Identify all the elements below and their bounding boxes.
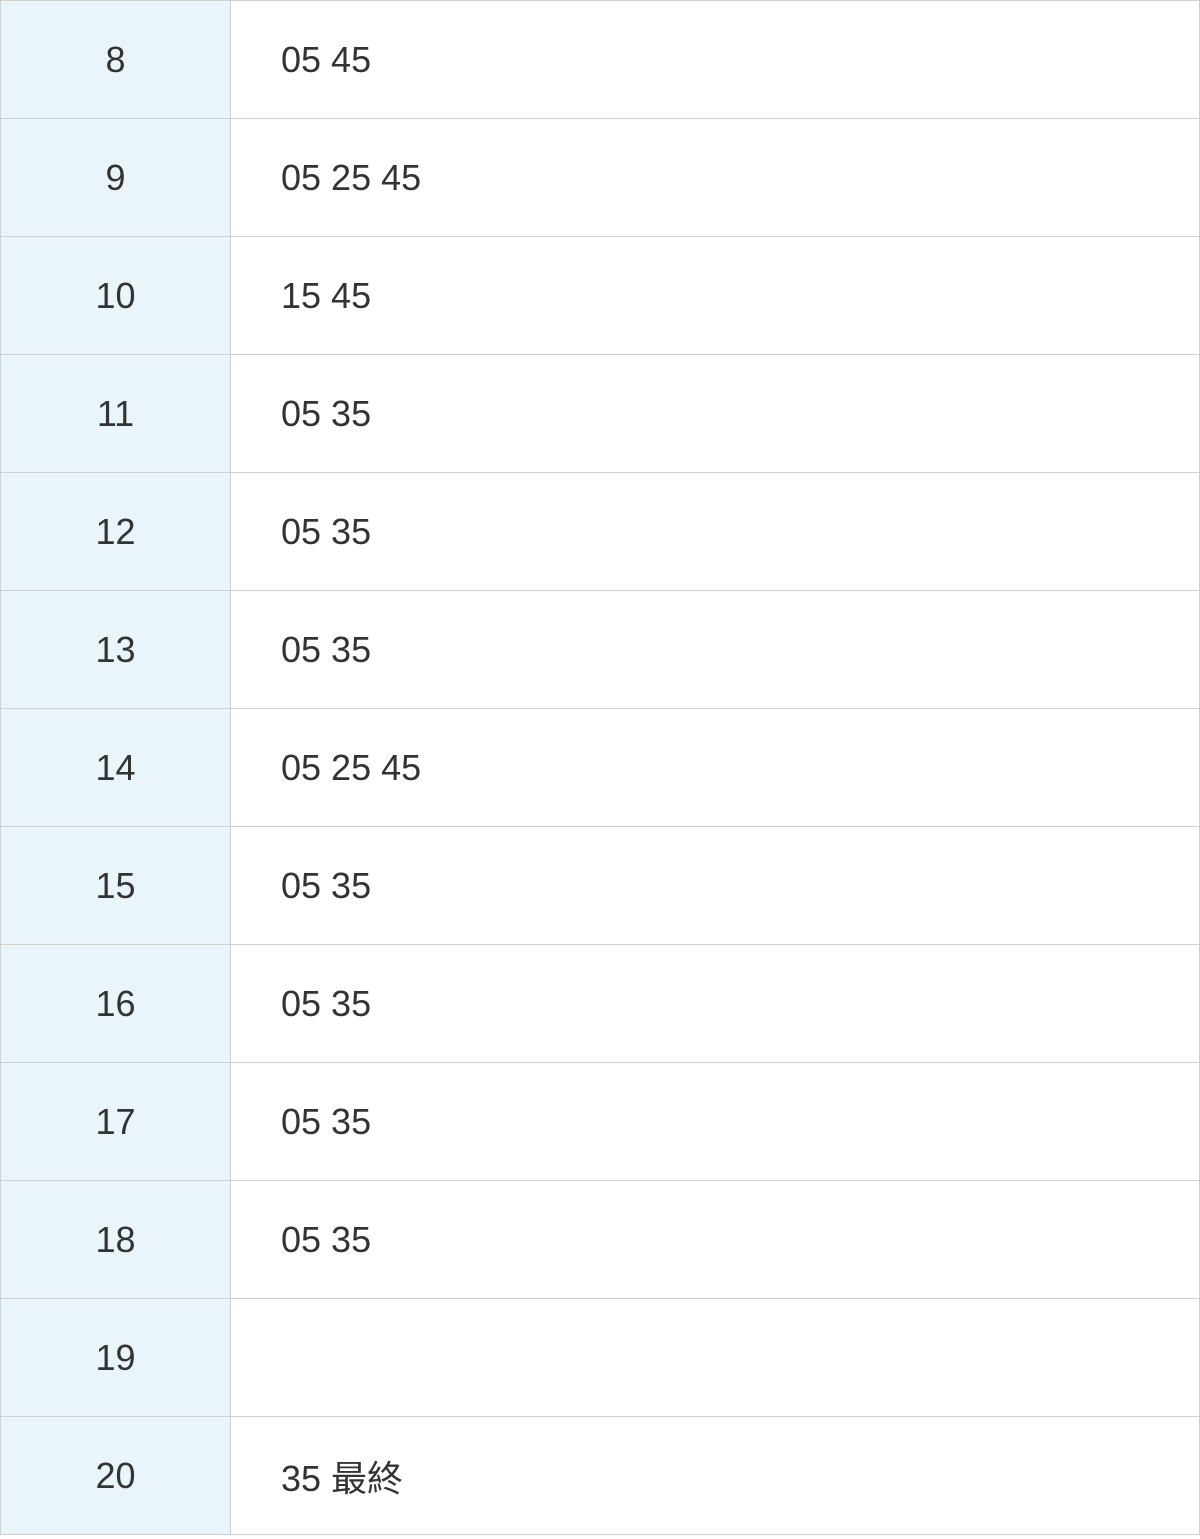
hour-cell: 9 <box>1 119 231 237</box>
timetable: 8 05 45 9 05 25 45 10 15 45 11 05 35 12 … <box>0 0 1200 1535</box>
table-row: 17 05 35 <box>1 1063 1200 1181</box>
minute-cell: 05 35 <box>231 827 1200 945</box>
minute-cell: 15 45 <box>231 237 1200 355</box>
table-row: 15 05 35 <box>1 827 1200 945</box>
minute-cell: 05 35 <box>231 591 1200 709</box>
table-row: 8 05 45 <box>1 1 1200 119</box>
table-row: 16 05 35 <box>1 945 1200 1063</box>
minute-cell: 05 25 45 <box>231 709 1200 827</box>
hour-cell: 8 <box>1 1 231 119</box>
hour-cell: 17 <box>1 1063 231 1181</box>
minute-cell: 05 35 <box>231 473 1200 591</box>
hour-cell: 11 <box>1 355 231 473</box>
minute-cell: 35 最終 <box>231 1417 1200 1535</box>
hour-cell: 19 <box>1 1299 231 1417</box>
table-row: 10 15 45 <box>1 237 1200 355</box>
table-row: 19 <box>1 1299 1200 1417</box>
hour-cell: 13 <box>1 591 231 709</box>
table-row: 13 05 35 <box>1 591 1200 709</box>
table-row: 12 05 35 <box>1 473 1200 591</box>
timetable-body: 8 05 45 9 05 25 45 10 15 45 11 05 35 12 … <box>1 1 1200 1535</box>
table-row: 14 05 25 45 <box>1 709 1200 827</box>
minute-cell: 05 45 <box>231 1 1200 119</box>
hour-cell: 14 <box>1 709 231 827</box>
minute-cell: 05 35 <box>231 355 1200 473</box>
hour-cell: 16 <box>1 945 231 1063</box>
minute-cell: 05 35 <box>231 1181 1200 1299</box>
table-row: 11 05 35 <box>1 355 1200 473</box>
hour-cell: 12 <box>1 473 231 591</box>
table-row: 20 35 最終 <box>1 1417 1200 1535</box>
hour-cell: 15 <box>1 827 231 945</box>
minute-cell: 05 35 <box>231 1063 1200 1181</box>
minute-cell: 05 25 45 <box>231 119 1200 237</box>
table-row: 9 05 25 45 <box>1 119 1200 237</box>
table-row: 18 05 35 <box>1 1181 1200 1299</box>
hour-cell: 18 <box>1 1181 231 1299</box>
minute-cell: 05 35 <box>231 945 1200 1063</box>
hour-cell: 10 <box>1 237 231 355</box>
minute-cell <box>231 1299 1200 1417</box>
hour-cell: 20 <box>1 1417 231 1535</box>
